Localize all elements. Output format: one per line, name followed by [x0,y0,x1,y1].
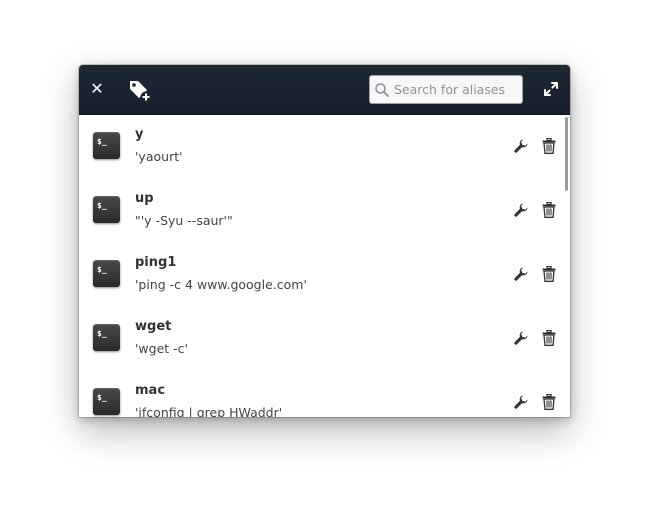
alias-list[interactable]: $_ y 'yaourt' $_ up "'y -Syu --saur'" $_… [79,114,570,417]
wrench-icon[interactable] [513,266,529,282]
search-input[interactable] [394,79,518,100]
alias-row[interactable]: $_ ping1 'ping -c 4 www.google.com' [79,242,570,306]
search-box [369,75,523,104]
alias-command: 'ifconfig | grep HWaddr' [135,405,283,417]
expand-icon[interactable] [543,81,559,97]
trash-icon[interactable] [542,266,556,282]
wrench-icon[interactable] [513,330,529,346]
alias-row[interactable]: $_ y 'yaourt' [79,114,570,178]
scrollbar[interactable] [565,117,568,191]
terminal-icon: $_ [93,388,120,415]
trash-icon[interactable] [542,138,556,154]
search-icon [375,83,389,97]
alias-command: "'y -Syu --saur'" [135,213,233,228]
terminal-icon: $_ [93,260,120,287]
alias-command: 'ping -c 4 www.google.com' [135,277,307,292]
tag-add-icon[interactable] [127,78,153,104]
wrench-icon[interactable] [513,202,529,218]
alias-name: wget [135,319,172,334]
alias-row[interactable]: $_ wget 'wget -c' [79,306,570,370]
alias-name: mac [135,383,166,398]
terminal-icon: $_ [93,132,120,159]
terminal-icon: $_ [93,324,120,351]
header-bar: ✕ [79,65,570,115]
alias-name: ping1 [135,255,177,270]
alias-name: y [135,127,144,142]
alias-command: 'wget -c' [135,341,188,356]
alias-row[interactable]: $_ mac 'ifconfig | grep HWaddr' [79,370,570,417]
trash-icon[interactable] [542,394,556,410]
wrench-icon[interactable] [513,394,529,410]
close-icon[interactable]: ✕ [89,80,105,98]
trash-icon[interactable] [542,330,556,346]
alias-name: up [135,191,154,206]
trash-icon[interactable] [542,202,556,218]
alias-row[interactable]: $_ up "'y -Syu --saur'" [79,178,570,242]
terminal-icon: $_ [93,196,120,223]
wrench-icon[interactable] [513,138,529,154]
alias-command: 'yaourt' [135,149,183,164]
aliases-window: ✕ $_ y [79,65,570,417]
